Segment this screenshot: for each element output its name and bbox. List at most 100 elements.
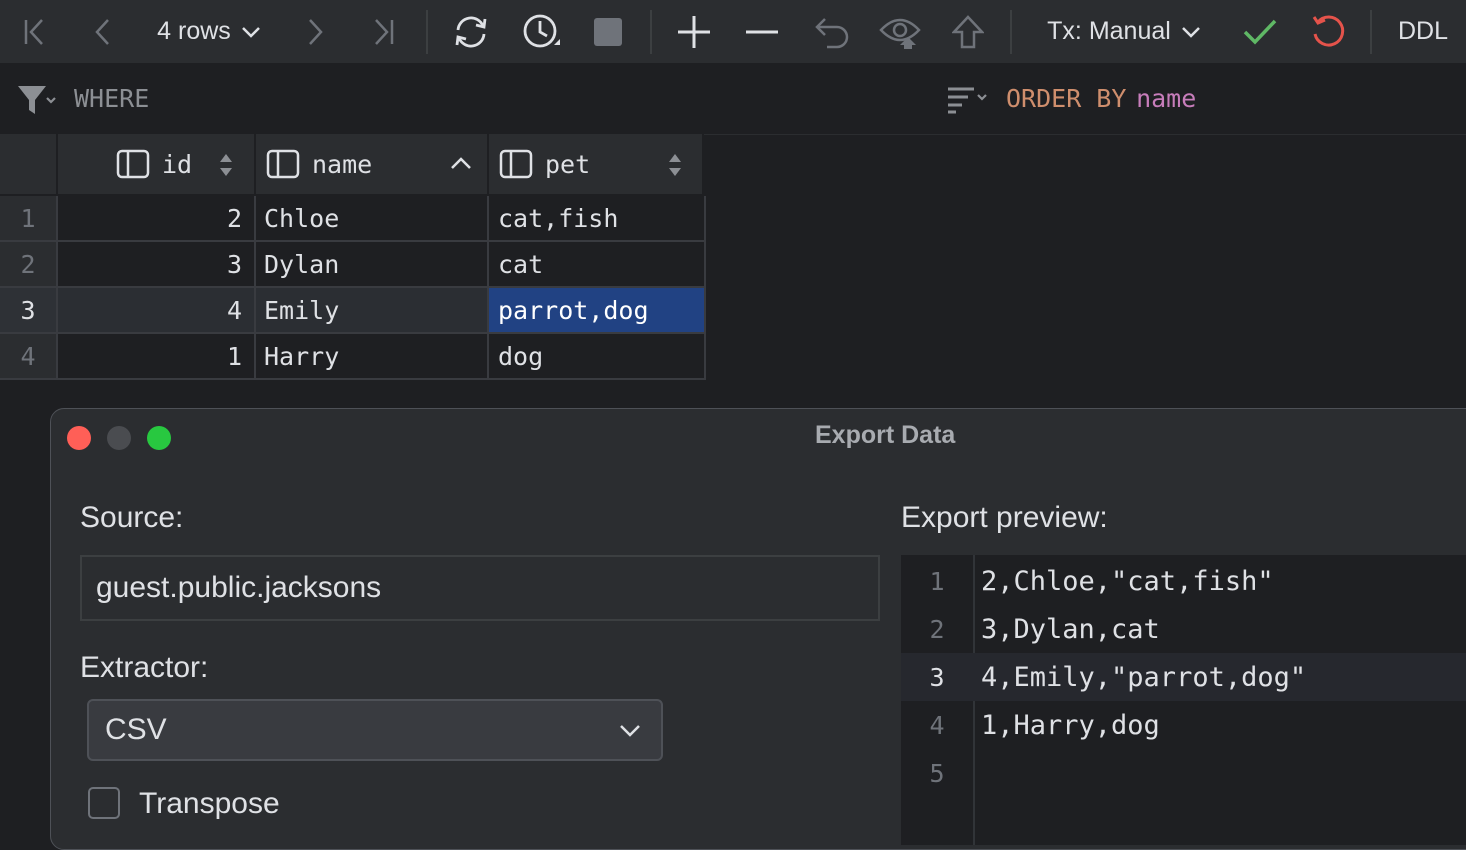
header-corner[interactable] [0,134,58,194]
chevron-down-icon [619,723,641,737]
table-row[interactable]: 1 2 Chloe cat,fish [0,196,706,242]
rows-count-dropdown[interactable]: 4 rows [146,0,272,63]
commit-button[interactable] [1240,0,1280,63]
sort-button[interactable] [946,84,990,119]
delete-row-icon [744,14,780,50]
rollback-button[interactable] [1308,0,1348,63]
sort-asc-icon [450,156,472,170]
delete-row-button[interactable] [742,0,782,63]
history-button[interactable] [518,0,564,63]
preview-line: 5 [901,749,1466,797]
cell-id[interactable]: 4 [58,288,256,334]
filter-button[interactable] [16,82,58,121]
where-label: WHERE [74,84,149,113]
cell-id[interactable]: 3 [58,242,256,288]
prev-page-button[interactable] [88,0,116,63]
cell-name[interactable]: Dylan [256,242,489,288]
preview-pending-button[interactable] [876,0,926,63]
minimize-window-button[interactable] [107,426,131,450]
first-page-button[interactable] [18,0,52,63]
cell-pet-focused[interactable]: parrot,dog [489,288,706,334]
stop-icon [592,16,624,48]
first-page-icon [21,17,49,47]
where-input[interactable]: WHERE [74,84,894,116]
row-number[interactable]: 3 [0,288,58,334]
grid-header: id name pet [0,134,704,194]
preview-line-current: 3 4,Emily,"parrot,dog" [901,653,1466,701]
row-number[interactable]: 2 [0,242,58,288]
preview-line-text: 1,Harry,dog [973,710,1160,741]
column-icon [116,149,150,179]
chevron-down-icon [241,25,261,39]
cell-pet[interactable]: dog [489,334,706,380]
preview-line-text: 3,Dylan,cat [973,614,1160,645]
reload-button[interactable] [448,0,494,63]
ddl-button[interactable]: DDL [1392,0,1454,63]
submit-button[interactable] [948,0,988,63]
column-header-label: pet [545,150,590,179]
order-by-input[interactable]: ORDER BY name [1006,84,1446,116]
preview-line: 1 2,Chloe,"cat,fish" [901,557,1466,605]
tx-mode-label: Tx: Manual [1047,17,1171,46]
reload-icon [450,14,492,50]
cell-id[interactable]: 1 [58,334,256,380]
column-header-name[interactable]: name [256,134,489,194]
transpose-label: Transpose [139,787,280,821]
revert-button[interactable] [810,0,854,63]
table-row-selected[interactable]: 3 4 Emily parrot,dog [0,288,706,334]
preview-label: Export preview: [901,501,1108,535]
toolbar-separator [1010,10,1012,54]
tx-mode-dropdown[interactable]: Tx: Manual [1036,0,1212,63]
ddl-label: DDL [1398,17,1448,46]
filter-sort-bar: WHERE ORDER BY name [0,64,1466,135]
preview-line-number: 5 [901,759,973,788]
cell-pet[interactable]: cat,fish [489,196,706,242]
preview-line-number: 3 [901,663,973,692]
toolbar-separator [1370,10,1372,54]
preview-line-number: 4 [901,711,973,740]
export-preview[interactable]: 1 2,Chloe,"cat,fish" 2 3,Dylan,cat 3 4,E… [901,555,1466,845]
sort-arrows-icon [667,152,683,178]
close-window-button[interactable] [67,426,91,450]
column-header-id[interactable]: id [58,134,256,194]
source-label: Source: [80,501,183,535]
column-icon [499,149,533,179]
preview-line-text: 4,Emily,"parrot,dog" [973,662,1306,693]
table-row[interactable]: 4 1 Harry dog [0,334,706,380]
sort-arrows-icon [218,152,234,178]
dialog-title: Export Data [815,421,955,450]
export-data-dialog: Export Data Source: guest.public.jackson… [50,408,1466,850]
commit-icon [1242,17,1278,47]
submit-icon [952,15,984,49]
cell-pet[interactable]: cat [489,242,706,288]
maximize-window-button[interactable] [147,426,171,450]
preview-line: 2 3,Dylan,cat [901,605,1466,653]
rollback-icon [1310,14,1346,50]
row-number[interactable]: 4 [0,334,58,380]
cell-name[interactable]: Emily [256,288,489,334]
extractor-label: Extractor: [80,651,208,685]
preview-icon [878,15,924,49]
table-row[interactable]: 2 3 Dylan cat [0,242,706,288]
next-page-button[interactable] [302,0,330,63]
order-by-value: name [1136,84,1196,113]
transpose-checkbox[interactable] [88,787,120,819]
stop-button[interactable] [588,0,628,63]
preview-line-number: 1 [901,567,973,596]
row-number[interactable]: 1 [0,196,58,242]
chevron-down-icon [1181,25,1201,39]
extractor-select[interactable]: CSV [87,699,663,761]
data-editor-toolbar: 4 rows Tx: Manual DDL [0,0,1466,64]
cell-name[interactable]: Harry [256,334,489,380]
column-header-label: name [312,150,372,179]
order-by-keyword: ORDER BY [1006,84,1126,113]
last-page-button[interactable] [366,0,400,63]
column-header-pet[interactable]: pet [489,134,704,194]
cell-id[interactable]: 2 [58,196,256,242]
rows-count-label: 4 rows [157,17,231,46]
cell-name[interactable]: Chloe [256,196,489,242]
preview-line-number: 2 [901,615,973,644]
add-row-button[interactable] [674,0,714,63]
history-icon [520,11,562,53]
source-field[interactable]: guest.public.jacksons [80,555,880,621]
